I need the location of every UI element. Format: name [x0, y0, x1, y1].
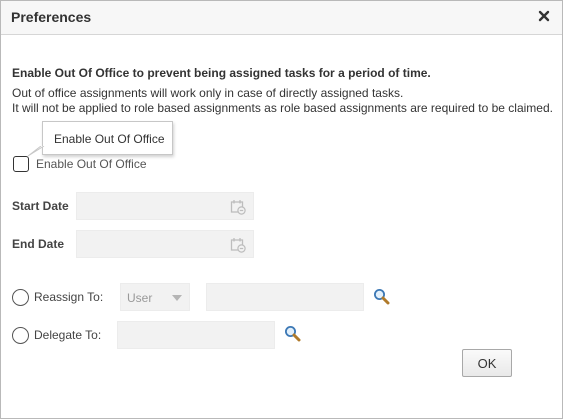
reassign-type-value: User — [127, 291, 153, 305]
reassign-to-input[interactable] — [206, 283, 364, 311]
tooltip: Enable Out Of Office — [42, 121, 173, 155]
reassign-type-select[interactable]: User — [120, 283, 190, 311]
close-icon[interactable] — [535, 7, 553, 25]
calendar-icon[interactable] — [230, 237, 246, 258]
search-icon[interactable] — [373, 288, 390, 310]
search-icon[interactable] — [284, 325, 301, 347]
preferences-dialog: Preferences Enable Out Of Office to prev… — [0, 0, 563, 419]
enable-out-of-office-label[interactable]: Enable Out Of Office — [36, 157, 147, 171]
end-date-label: End Date — [12, 237, 65, 251]
start-date-field[interactable] — [76, 192, 254, 220]
enable-out-of-office-checkbox[interactable] — [13, 156, 29, 172]
out-of-office-note-line1: Out of office assignments will work only… — [12, 86, 404, 100]
tooltip-text: Enable Out Of Office — [54, 132, 165, 146]
start-date-label: Start Date — [12, 199, 69, 213]
calendar-icon[interactable] — [230, 199, 246, 220]
reassign-label[interactable]: Reassign To: — [34, 290, 103, 304]
delegate-to-input[interactable] — [117, 321, 275, 349]
delegate-label[interactable]: Delegate To: — [34, 328, 101, 342]
end-date-field[interactable] — [76, 230, 254, 258]
chevron-down-icon — [172, 295, 182, 301]
ok-button[interactable]: OK — [462, 349, 512, 377]
out-of-office-note-line2: It will not be applied to role based ass… — [12, 101, 553, 115]
dialog-titlebar: Preferences — [1, 1, 562, 35]
delegate-radio[interactable] — [12, 327, 29, 344]
reassign-radio[interactable] — [12, 289, 29, 306]
dialog-title: Preferences — [11, 9, 92, 25]
out-of-office-heading: Enable Out Of Office to prevent being as… — [12, 66, 431, 80]
